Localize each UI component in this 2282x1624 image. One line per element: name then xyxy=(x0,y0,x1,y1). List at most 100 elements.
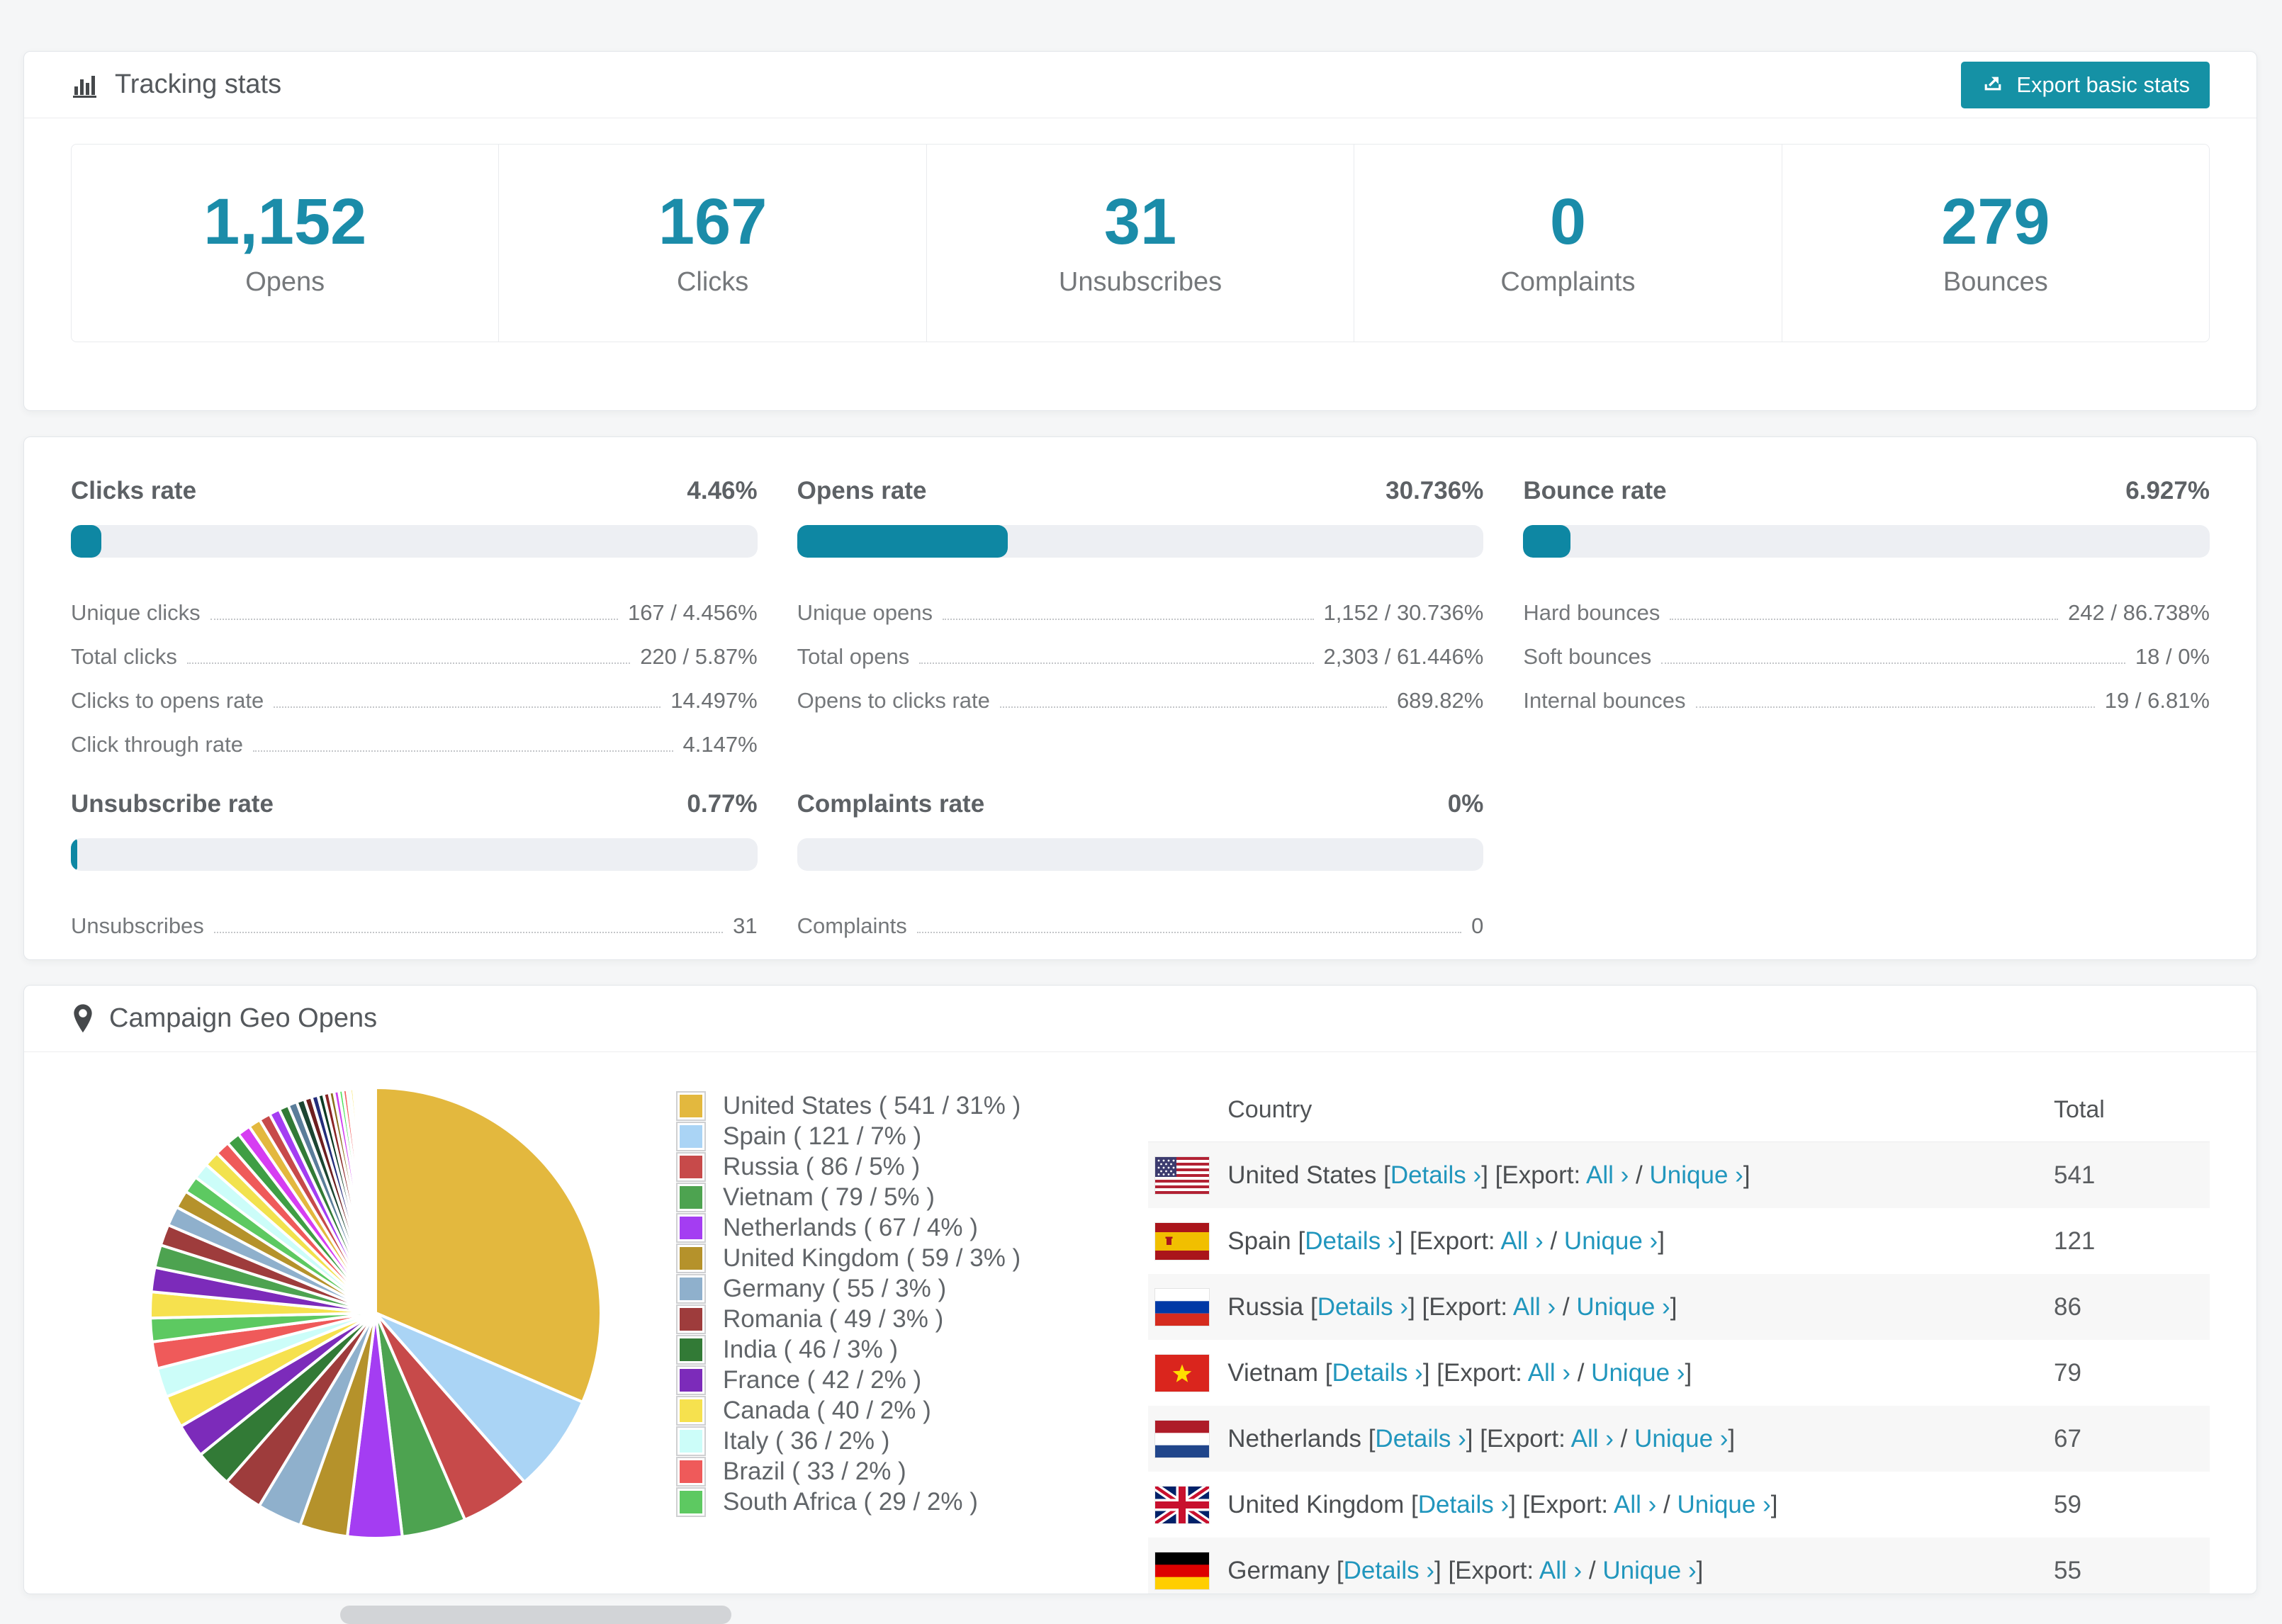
horizontal-scrollbar-thumb[interactable] xyxy=(340,1606,731,1624)
legend-item-russia[interactable]: Russia ( 86 / 5% ) xyxy=(676,1151,1021,1182)
legend-item-netherlands[interactable]: Netherlands ( 67 / 4% ) xyxy=(676,1212,1021,1243)
legend-item-france[interactable]: France ( 42 / 2% ) xyxy=(676,1365,1021,1395)
export-unique-link[interactable]: Unique › xyxy=(1591,1359,1685,1387)
table-row-ru: Russia [Details ›] [Export: All › / Uniq… xyxy=(1148,1274,2210,1340)
legend-label: Spain ( 121 / 7% ) xyxy=(723,1122,922,1150)
legend-item-romania[interactable]: Romania ( 49 / 3% ) xyxy=(676,1304,1021,1334)
rate-title: Unsubscribe rate xyxy=(71,790,274,818)
country-total: 541 xyxy=(2054,1161,2096,1189)
rate-detail-row: Clicks to opens rate 14.497% xyxy=(71,670,758,714)
rate-value: 30.736% xyxy=(1386,477,1484,504)
legend-label: Italy ( 36 / 2% ) xyxy=(723,1426,890,1455)
rate-row-label: Unique opens xyxy=(797,600,933,625)
dotted-leader xyxy=(919,662,1314,664)
legend-item-germany[interactable]: Germany ( 55 / 3% ) xyxy=(676,1273,1021,1304)
legend-item-italy[interactable]: Italy ( 36 / 2% ) xyxy=(676,1426,1021,1456)
geo-pie-chart xyxy=(142,1079,609,1547)
rate-progress-bar xyxy=(71,838,758,871)
rate-rows: Unique clicks 167 / 4.456% Total clicks 220… xyxy=(71,582,758,757)
rate-detail-row: Total opens 2,303 / 61.446% xyxy=(797,626,1484,670)
legend-label: Canada ( 40 / 2% ) xyxy=(723,1396,931,1424)
stat-value: 279 xyxy=(1941,185,2050,258)
campaign-geo-opens-card: Campaign Geo Opens United States ( 541 /… xyxy=(23,985,2257,1594)
country-cell: Russia [Details ›] [Export: All › / Uniq… xyxy=(1227,1292,1677,1321)
details-link[interactable]: Details › xyxy=(1375,1425,1466,1453)
rate-row-label: Clicks to opens rate xyxy=(71,688,264,713)
rate-row-value: 19 / 6.81% xyxy=(2104,688,2210,713)
rate-detail-row: Internal bounces 19 / 6.81% xyxy=(1523,670,2210,714)
rate-value: 0% xyxy=(1447,790,1484,818)
legend-item-united-kingdom[interactable]: United Kingdom ( 59 / 3% ) xyxy=(676,1243,1021,1273)
details-link[interactable]: Details › xyxy=(1305,1227,1395,1255)
legend-item-united-states[interactable]: United States ( 541 / 31% ) xyxy=(676,1090,1021,1121)
country-cell: Germany [Details ›] [Export: All › / Uni… xyxy=(1227,1556,1704,1584)
legend-label: South Africa ( 29 / 2% ) xyxy=(723,1487,978,1516)
legend-swatch xyxy=(676,1456,706,1487)
geo-title-wrap: Campaign Geo Opens xyxy=(71,1003,377,1034)
export-unique-link[interactable]: Unique › xyxy=(1650,1161,1743,1189)
country-total: 86 xyxy=(2054,1292,2081,1321)
rate-block-unsubscribe-rate: Unsubscribe rate 0.77% Unsubscribes 31 xyxy=(71,790,758,939)
rate-rows: Complaints 0 xyxy=(797,895,1484,939)
rate-detail-row: Unsubscribes 31 xyxy=(71,895,758,939)
details-link[interactable]: Details › xyxy=(1332,1359,1422,1387)
stat-value: 1,152 xyxy=(203,185,367,258)
export-unique-link[interactable]: Unique › xyxy=(1634,1425,1728,1453)
rate-detail-row: Total clicks 220 / 5.87% xyxy=(71,626,758,670)
stat-label: Opens xyxy=(245,266,325,297)
legend-item-south-africa[interactable]: South Africa ( 29 / 2% ) xyxy=(676,1487,1021,1517)
legend-item-canada[interactable]: Canada ( 40 / 2% ) xyxy=(676,1395,1021,1426)
rate-row-label: Unique clicks xyxy=(71,600,201,625)
rate-value: 6.927% xyxy=(2125,477,2210,504)
stat-label: Unsubscribes xyxy=(1058,266,1222,297)
legend-swatch xyxy=(676,1395,706,1426)
export-unique-link[interactable]: Unique › xyxy=(1602,1557,1696,1584)
rate-row-value: 2,303 / 61.446% xyxy=(1323,644,1484,669)
country-name: United States xyxy=(1227,1161,1384,1189)
legend-item-india[interactable]: India ( 46 / 3% ) xyxy=(676,1334,1021,1365)
legend-swatch xyxy=(676,1273,706,1304)
legend-swatch xyxy=(676,1090,706,1121)
geo-content: United States ( 541 / 31% ) Spain ( 121 /… xyxy=(24,1052,2256,1594)
export-all-link[interactable]: All › xyxy=(1539,1557,1582,1584)
rate-row-value: 14.497% xyxy=(670,688,758,713)
rate-title: Clicks rate xyxy=(71,477,197,504)
export-all-link[interactable]: All › xyxy=(1528,1359,1570,1387)
dotted-leader xyxy=(916,932,1462,933)
legend-item-spain[interactable]: Spain ( 121 / 7% ) xyxy=(676,1121,1021,1151)
country-cell: United States [Details ›] [Export: All ›… xyxy=(1227,1161,1750,1189)
details-link[interactable]: Details › xyxy=(1344,1557,1434,1584)
details-link[interactable]: Details › xyxy=(1418,1491,1509,1518)
rate-rows: Unique opens 1,152 / 30.736% Total opens 2,… xyxy=(797,582,1484,714)
rate-head: Opens rate 30.736% xyxy=(797,477,1484,505)
map-pin-icon xyxy=(71,1003,95,1034)
export-unique-link[interactable]: Unique › xyxy=(1564,1227,1658,1255)
rate-row-label: Click through rate xyxy=(71,732,243,757)
pie-slice-other xyxy=(373,1086,377,1314)
export-unique-link[interactable]: Unique › xyxy=(1576,1293,1670,1321)
geo-header: Campaign Geo Opens xyxy=(24,986,2256,1052)
legend-label: United Kingdom ( 59 / 3% ) xyxy=(723,1244,1021,1272)
details-link[interactable]: Details › xyxy=(1390,1161,1481,1189)
nl-flag-icon xyxy=(1155,1420,1210,1457)
rate-block-bounce-rate: Bounce rate 6.927% Hard bounces 242 / 86.73… xyxy=(1523,477,2210,757)
rate-row-value: 689.82% xyxy=(1396,688,1484,713)
rate-row-value: 167 / 4.456% xyxy=(627,600,758,625)
legend-label: Germany ( 55 / 3% ) xyxy=(723,1274,947,1302)
geo-table-header: Country Total xyxy=(1148,1078,2210,1142)
legend-swatch xyxy=(676,1243,706,1273)
legend-item-brazil[interactable]: Brazil ( 33 / 2% ) xyxy=(676,1456,1021,1487)
export-all-link[interactable]: All › xyxy=(1614,1491,1656,1518)
export-unique-link[interactable]: Unique › xyxy=(1677,1491,1770,1518)
legend-swatch xyxy=(676,1334,706,1365)
legend-item-vietnam[interactable]: Vietnam ( 79 / 5% ) xyxy=(676,1182,1021,1212)
export-all-link[interactable]: All › xyxy=(1513,1293,1556,1321)
export-basic-stats-button[interactable]: Export basic stats xyxy=(1961,61,2210,108)
country-name: United Kingdom xyxy=(1227,1490,1411,1518)
export-all-link[interactable]: All › xyxy=(1500,1227,1543,1255)
stat-box-unsubscribes: 31 Unsubscribes xyxy=(926,144,1355,342)
details-link[interactable]: Details › xyxy=(1317,1293,1408,1321)
export-all-link[interactable]: All › xyxy=(1586,1161,1629,1189)
export-all-link[interactable]: All › xyxy=(1571,1425,1614,1453)
country-cell: Vietnam [Details ›] [Export: All › / Uni… xyxy=(1227,1358,1692,1387)
